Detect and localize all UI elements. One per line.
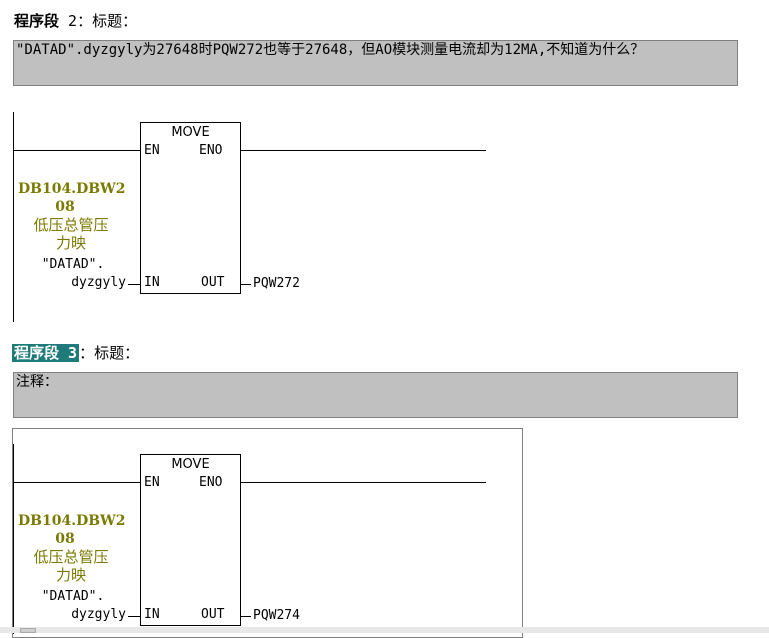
network-3-in-symbol-line2: dyzgyly (71, 607, 126, 622)
network-2-title[interactable]: 程序段 2：标题： (14, 10, 137, 31)
network-3-in-address-line1: DB104.DBW2 (18, 513, 126, 529)
network-3-in-symbol-line1: "DATAD". (41, 589, 105, 604)
network-3-pin-in: IN (144, 607, 160, 622)
network-2-in-address-line1: DB104.DBW2 (18, 181, 126, 197)
network-2-eno-wire (240, 150, 486, 151)
network-3-in-comment: 低压总管压 力映 (18, 548, 124, 584)
network-2-in-wire (128, 284, 140, 285)
network-2-comment[interactable]: "DATAD".dyzgyly为27648时PQW272也等于27648，但AO… (13, 40, 738, 86)
network-2-pin-eno: ENO (199, 143, 223, 158)
network-3-comment-text: 注释： (16, 374, 58, 390)
network-3-power-rail (13, 444, 14, 634)
network-3-move-label: MOVE (171, 457, 210, 472)
network-3-title-suffix: ：标题： (79, 344, 140, 362)
network-3-out-operand[interactable]: PQW274 (253, 608, 300, 623)
network-2-en-wire (13, 150, 141, 151)
network-3-pin-eno: ENO (199, 475, 223, 490)
network-3-in-comment-line2: 力映 (55, 566, 86, 584)
network-3-number: 3 (59, 344, 78, 362)
network-2-label: 程序段 (14, 12, 60, 30)
network-3-out-wire (241, 616, 251, 617)
network-2-pin-en: EN (144, 143, 160, 158)
network-2-in-address-line2: 08 (55, 199, 75, 215)
network-2-in-symbol-line2: dyzgyly (71, 275, 126, 290)
network-2-in-comment-line2: 力映 (55, 234, 86, 252)
network-2-pin-in: IN (144, 275, 160, 290)
network-3-pin-out: OUT (201, 607, 225, 622)
horizontal-scrollbar[interactable] (0, 627, 769, 633)
network-2-out-operand[interactable]: PQW272 (253, 276, 300, 291)
network-2-number: 2 (59, 12, 78, 30)
network-2-move-box[interactable]: MOVE EN ENO IN OUT (140, 122, 241, 294)
network-3-in-symbol[interactable]: "DATAD". dyzgyly (20, 588, 126, 624)
scrollbar-thumb[interactable] (20, 628, 36, 633)
network-3-in-comment-line1: 低压总管压 (33, 548, 109, 566)
network-2-in-comment: 低压总管压 力映 (18, 216, 124, 252)
network-3-pin-en: EN (144, 475, 160, 490)
network-3-move-box[interactable]: MOVE EN ENO IN OUT (140, 454, 241, 626)
network-3-en-wire (13, 482, 141, 483)
network-2-comment-text: "DATAD".dyzgyly为27648时PQW272也等于27648，但AO… (16, 42, 645, 58)
network-3-label: 程序段 3 (12, 344, 80, 362)
network-2-in-comment-line1: 低压总管压 (33, 216, 109, 234)
network-2-in-symbol-line1: "DATAD". (41, 257, 105, 272)
network-3-comment[interactable]: 注释： (13, 372, 738, 418)
network-2-pin-out: OUT (201, 275, 225, 290)
network-2-power-rail (13, 112, 14, 322)
network-2-title-suffix: ：标题： (77, 12, 138, 30)
network-3-in-wire (128, 616, 140, 617)
network-2-in-symbol[interactable]: "DATAD". dyzgyly (20, 256, 126, 292)
network-2-move-label: MOVE (171, 125, 210, 140)
network-3-in-address[interactable]: DB104.DBW2 08 (18, 512, 126, 548)
network-3-title[interactable]: 程序段 3 ：标题： (12, 342, 139, 363)
network-2-out-wire (241, 284, 251, 285)
network-3-in-address-line2: 08 (55, 531, 75, 547)
network-2-in-address[interactable]: DB104.DBW2 08 (18, 180, 126, 216)
network-3-eno-wire (240, 482, 486, 483)
